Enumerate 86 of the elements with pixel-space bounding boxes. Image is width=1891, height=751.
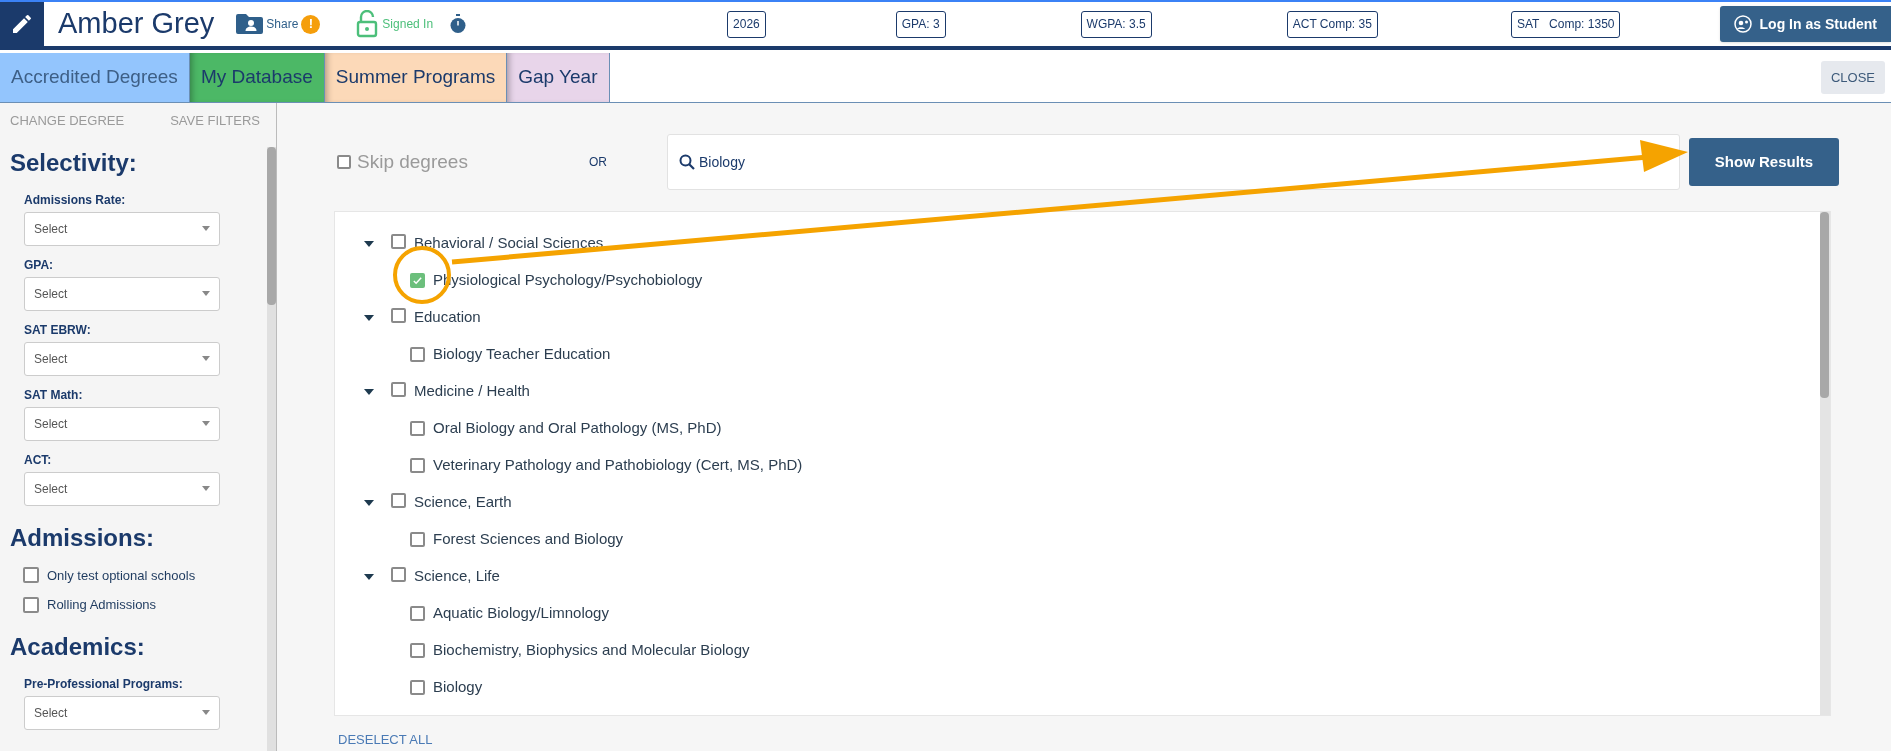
- scrollbar-thumb[interactable]: [267, 147, 276, 305]
- checkbox[interactable]: [410, 421, 425, 436]
- filter-label: SAT EBRW:: [24, 321, 92, 339]
- filter-label: ACT:: [24, 451, 53, 469]
- degree-label: Biology: [433, 677, 483, 698]
- skip-degrees-label: Skip degrees: [357, 149, 468, 174]
- or-label: OR: [589, 154, 608, 171]
- degree-label: Biochemistry, Biophysics and Molecular Biology: [433, 640, 750, 661]
- user-circle-icon: [1733, 15, 1752, 33]
- close-button[interactable]: CLOSE: [1820, 61, 1885, 94]
- section-heading: Selectivity:: [10, 147, 138, 178]
- checkbox[interactable]: [410, 458, 425, 473]
- degree-label: Veterinary Pathology and Pathobiology (Cert, MS, PhD): [433, 455, 803, 476]
- folder-user-icon: [236, 13, 264, 35]
- pencil-icon: [10, 12, 34, 36]
- caret-icon: [202, 226, 210, 231]
- filter-label: GPA:: [24, 256, 55, 274]
- degree-label: Oral Biology and Oral Pathology (MS, PhD): [433, 418, 722, 439]
- category-label: Science, Earth: [414, 492, 512, 513]
- search-field[interactable]: Biology: [667, 134, 1680, 190]
- checkbox[interactable]: [410, 273, 425, 288]
- caret-icon: [202, 421, 210, 426]
- caret-icon: [202, 486, 210, 491]
- filter-label: SAT Math:: [24, 386, 84, 404]
- degree-label: Aquatic Biology/Limnology: [433, 603, 609, 624]
- stat-badge: ACT Comp: 35: [1286, 10, 1378, 38]
- checkbox[interactable]: [23, 567, 39, 584]
- student-name: Amber Grey: [58, 6, 215, 42]
- checkbox[interactable]: [410, 643, 425, 658]
- deselect-all-link[interactable]: DESELECT ALL: [338, 730, 433, 750]
- checkbox[interactable]: [391, 566, 406, 582]
- section-heading: Academics:: [10, 631, 146, 662]
- login-student-button[interactable]: Log In as Student: [1719, 6, 1891, 42]
- stopwatch-icon[interactable]: [449, 14, 468, 34]
- select-dropdown[interactable]: Select: [24, 406, 220, 441]
- select-dropdown[interactable]: Select: [24, 471, 220, 506]
- stat-badge: WGPA: 3.5: [1080, 10, 1152, 38]
- checkbox[interactable]: [23, 596, 39, 613]
- caret-icon[interactable]: [363, 387, 375, 396]
- caret-icon: [202, 356, 210, 361]
- caret-icon[interactable]: [363, 498, 375, 507]
- checkbox[interactable]: [391, 492, 406, 508]
- select-dropdown[interactable]: Select: [24, 341, 220, 376]
- checkbox[interactable]: [410, 532, 425, 547]
- tab[interactable]: Gap Year: [507, 53, 610, 102]
- show-results-button[interactable]: Show Results: [1689, 138, 1839, 186]
- checkbox[interactable]: [410, 680, 425, 695]
- select-dropdown[interactable]: Select: [24, 276, 220, 311]
- filter-label: Admissions Rate:: [24, 191, 127, 209]
- category-label: Medicine / Health: [414, 381, 530, 402]
- alert-badge: !: [301, 14, 321, 34]
- stat-badge: SAT Comp: 1350: [1510, 10, 1621, 38]
- option-label: Rolling Admissions: [47, 596, 157, 614]
- degree-label: Forest Sciences and Biology: [433, 529, 624, 550]
- tab[interactable]: My Database: [189, 53, 325, 102]
- section-heading: Admissions:: [10, 522, 156, 553]
- degree-label: Biology Teacher Education: [433, 344, 611, 365]
- padlock-icon: [356, 10, 379, 38]
- caret-icon: [202, 291, 210, 296]
- checkbox[interactable]: [410, 606, 425, 621]
- checkbox[interactable]: [337, 155, 351, 169]
- category-label: Behavioral / Social Sciences: [414, 233, 604, 254]
- category-label: Education: [414, 307, 481, 328]
- category-label: Science, Life: [414, 566, 500, 587]
- checkbox[interactable]: [410, 347, 425, 362]
- tab[interactable]: Summer Programs: [324, 53, 508, 102]
- search-icon: [679, 154, 695, 170]
- stat-badge: 2026: [727, 10, 766, 38]
- tab[interactable]: Accredited Degrees: [0, 53, 190, 102]
- checkbox[interactable]: [391, 307, 406, 323]
- select-dropdown[interactable]: Select: [24, 695, 220, 730]
- signed-in-status: Signed In: [382, 16, 434, 33]
- edit-button[interactable]: [0, 2, 44, 46]
- check-icon: [412, 275, 423, 286]
- caret-icon: [202, 710, 210, 715]
- share-link[interactable]: Share: [266, 15, 299, 33]
- caret-icon[interactable]: [363, 572, 375, 581]
- select-dropdown[interactable]: Select: [24, 211, 220, 246]
- caret-icon[interactable]: [363, 239, 375, 248]
- checkbox[interactable]: [391, 381, 406, 397]
- stat-badge: GPA: 3: [895, 10, 946, 38]
- filter-label: Pre-Professional Programs:: [24, 675, 184, 693]
- caret-icon[interactable]: [363, 313, 375, 322]
- scrollbar-thumb[interactable]: [1820, 212, 1829, 398]
- checkbox[interactable]: [391, 233, 406, 249]
- option-label: Only test optional schools: [47, 566, 196, 585]
